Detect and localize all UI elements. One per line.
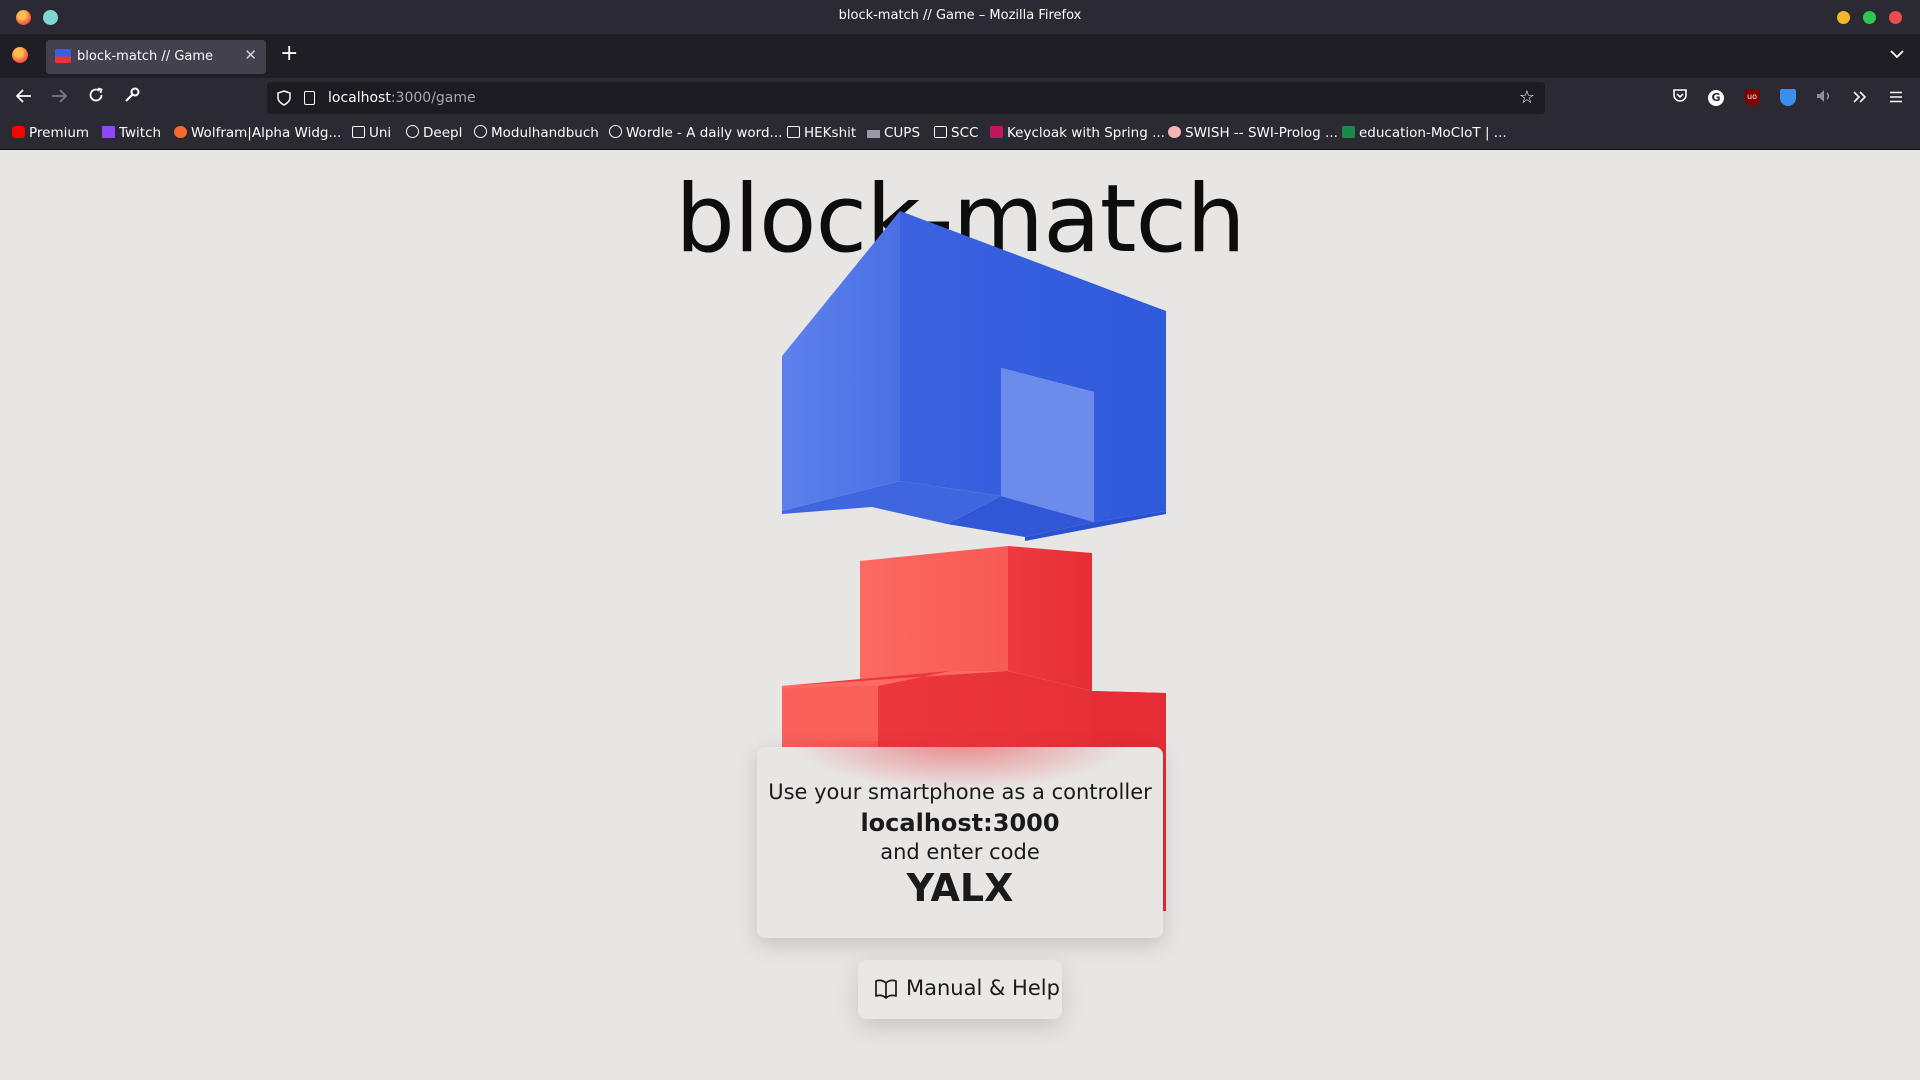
reload-icon	[89, 87, 103, 102]
manual-help-button[interactable]: Manual & Help	[858, 960, 1062, 1019]
bookmark-star-icon[interactable]: ☆	[1519, 87, 1535, 108]
tab-close-icon[interactable]: ✕	[244, 46, 257, 64]
game-code: YALX	[906, 866, 1014, 910]
globe-icon	[474, 125, 487, 138]
globe-icon	[609, 125, 622, 138]
bookmark-uni[interactable]: Uni	[352, 125, 391, 143]
chevron-down-icon	[1890, 50, 1904, 59]
bookmark-education[interactable]: education-MoCIoT | ...	[1342, 125, 1507, 143]
bookmark-hekshit[interactable]: HEKshit	[787, 125, 856, 143]
bookmark-keycloak[interactable]: Keycloak with Spring ...	[990, 125, 1165, 143]
tab-bar: block-match // Game ✕ +	[0, 34, 1920, 78]
globe-icon	[406, 125, 419, 138]
folder-icon	[934, 126, 947, 138]
controller-info-card: Use your smartphone as a controller loca…	[757, 747, 1163, 938]
controller-host: localhost:3000	[860, 809, 1060, 837]
wolfram-icon	[174, 126, 187, 138]
swish-icon	[1168, 126, 1181, 138]
bookmark-cups[interactable]: CUPS	[867, 125, 920, 143]
url-path: :3000/game	[390, 90, 476, 106]
tab-title: block-match // Game	[77, 49, 214, 64]
wrench-icon	[125, 87, 140, 102]
education-icon	[1342, 126, 1355, 138]
minimize-button[interactable]	[1837, 11, 1850, 24]
page-viewport: block-match Use your smartphone as a con…	[0, 151, 1920, 1080]
more-tools-chevron-icon[interactable]	[1849, 87, 1871, 109]
bookmark-wolfram[interactable]: Wolfram|Alpha Widg...	[174, 125, 341, 143]
url-bar[interactable]: localhost:3000/game ☆	[267, 82, 1545, 114]
block-match-favicon-icon	[55, 49, 71, 63]
youtube-icon	[12, 126, 25, 138]
grammarly-extension-icon[interactable]: G	[1705, 87, 1727, 109]
hamburger-menu-icon[interactable]	[1885, 87, 1907, 109]
firefox-view-icon[interactable]	[12, 47, 28, 63]
back-button[interactable]	[13, 87, 35, 109]
controller-instruction: Use your smartphone as a controller	[768, 780, 1152, 804]
bitwarden-icon[interactable]	[1777, 87, 1799, 109]
list-all-tabs-button[interactable]	[1890, 44, 1904, 63]
blue-block-shape	[782, 211, 1166, 541]
bookmark-wordle[interactable]: Wordle - A daily word...	[609, 125, 782, 143]
folder-icon	[787, 126, 800, 138]
bookmark-swish[interactable]: SWISH -- SWI-Prolog ...	[1168, 125, 1338, 143]
new-tab-button[interactable]: +	[280, 42, 298, 66]
pocket-icon[interactable]	[1669, 87, 1691, 109]
bookmarks-toolbar: Premium Twitch Wolfram|Alpha Widg... Uni…	[0, 118, 1920, 150]
ublock-origin-icon[interactable]: uo	[1741, 87, 1763, 109]
tracking-shield-icon	[277, 90, 291, 106]
url-host: localhost	[328, 90, 391, 106]
bookmark-twitch[interactable]: Twitch	[102, 125, 161, 143]
bookmark-deepl[interactable]: Deepl	[406, 125, 462, 143]
cups-icon	[867, 130, 880, 138]
bookmark-modulhandbuch[interactable]: Modulhandbuch	[474, 125, 599, 143]
devtools-wrench-button[interactable]	[121, 87, 143, 109]
keycloak-icon	[990, 126, 1003, 138]
window-title: block-match // Game – Mozilla Firefox	[838, 8, 1082, 23]
folder-icon	[352, 126, 365, 138]
forward-button[interactable]	[48, 87, 70, 109]
window-titlebar: block-match // Game – Mozilla Firefox	[0, 0, 1920, 34]
tab-block-match[interactable]: block-match // Game ✕	[46, 40, 266, 74]
bookmark-scc[interactable]: SCC	[934, 125, 978, 143]
arrow-left-icon	[15, 89, 31, 103]
arrow-right-icon	[52, 89, 68, 103]
navigation-toolbar: localhost:3000/game ☆ G uo	[0, 78, 1920, 118]
speaker-icon[interactable]	[1813, 87, 1835, 109]
reload-button[interactable]	[85, 87, 107, 109]
enter-code-label: and enter code	[880, 840, 1040, 864]
page-info-icon[interactable]	[304, 91, 315, 105]
manual-help-label: Manual & Help	[906, 976, 1060, 1000]
book-open-icon	[875, 979, 897, 999]
bookmark-premium[interactable]: Premium	[12, 125, 89, 143]
maximize-button[interactable]	[1863, 11, 1876, 24]
url-text[interactable]: localhost:3000/game	[328, 90, 476, 106]
twitch-icon	[102, 126, 115, 138]
close-window-button[interactable]	[1889, 11, 1902, 24]
